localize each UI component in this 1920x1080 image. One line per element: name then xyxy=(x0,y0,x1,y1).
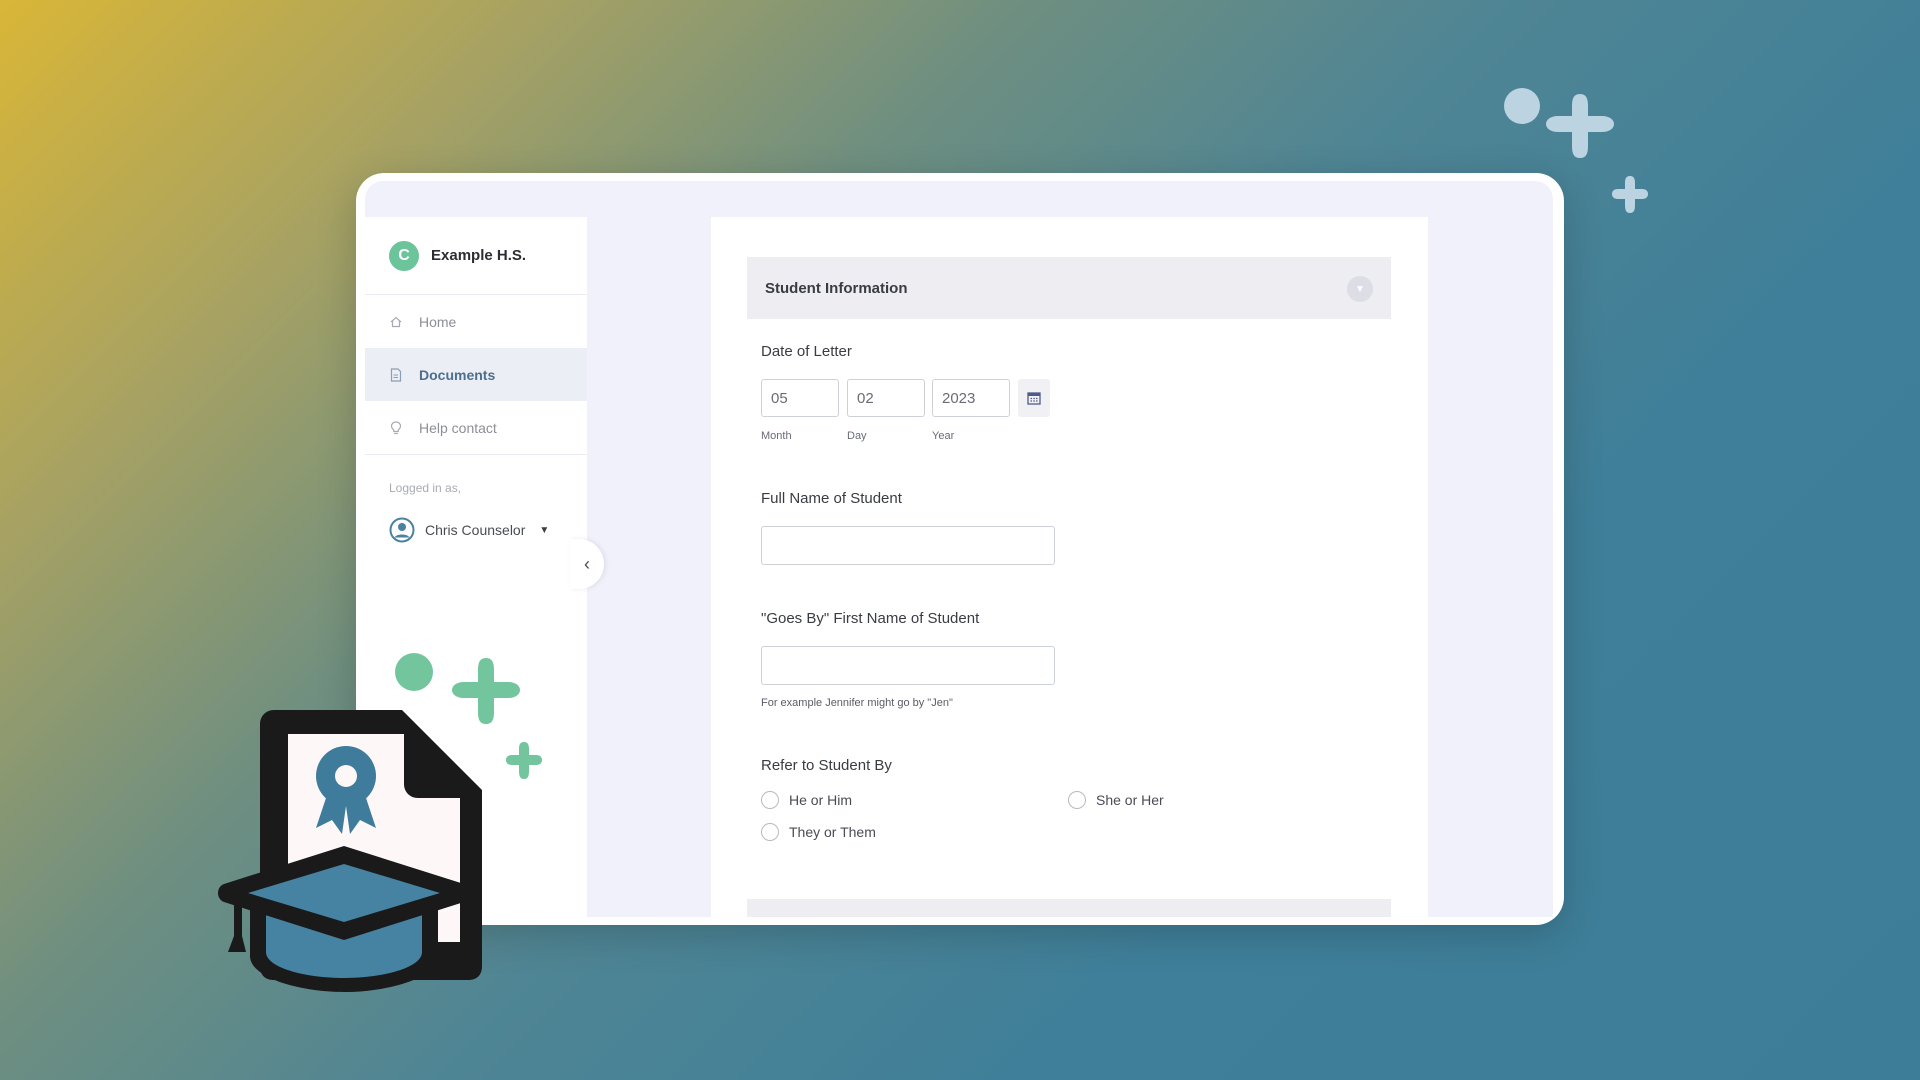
goes-by-hint: For example Jennifer might go by "Jen" xyxy=(761,697,953,709)
goes-by-label: "Goes By" First Name of Student xyxy=(761,610,980,627)
radio-circle[interactable] xyxy=(1068,791,1086,809)
month-input[interactable]: 05 xyxy=(761,379,839,417)
sidebar-item-home[interactable]: Home xyxy=(365,295,587,348)
chevron-left-icon: ‹ xyxy=(584,553,590,574)
calendar-icon xyxy=(1027,392,1041,405)
goes-by-input[interactable] xyxy=(761,646,1055,685)
refer-to-label: Refer to Student By xyxy=(761,757,892,774)
section-header-student-information[interactable]: Student Information ▼ xyxy=(747,257,1391,319)
sidebar-item-label: Home xyxy=(419,313,457,330)
collapse-sidebar-button[interactable]: ‹ xyxy=(570,539,604,589)
chevron-down-icon[interactable]: ▼ xyxy=(1347,276,1373,302)
radio-he-or-him[interactable]: He or Him xyxy=(761,791,852,809)
logged-in-label: Logged in as, xyxy=(389,481,462,495)
radio-she-or-her[interactable]: She or Her xyxy=(1068,791,1164,809)
date-of-letter-label: Date of Letter xyxy=(761,343,852,360)
sidebar-item-documents[interactable]: Documents xyxy=(365,348,587,401)
month-sublabel: Month xyxy=(761,430,792,442)
next-section-header[interactable] xyxy=(747,899,1391,917)
diploma-graduation-icon xyxy=(218,710,482,992)
brand: C Example H.S. xyxy=(365,217,587,295)
home-icon xyxy=(389,315,403,329)
app-frame: C Example H.S. Home Documents Help conta… xyxy=(365,181,1553,917)
user-menu[interactable]: Chris Counselor ▼ xyxy=(389,517,587,543)
radio-circle[interactable] xyxy=(761,823,779,841)
brand-name: Example H.S. xyxy=(431,247,527,264)
sidebar-item-help-contact[interactable]: Help contact xyxy=(365,401,587,454)
radio-circle[interactable] xyxy=(761,791,779,809)
document-icon xyxy=(389,367,403,382)
sidebar-item-label: Help contact xyxy=(419,419,497,436)
app-window: C Example H.S. Home Documents Help conta… xyxy=(356,173,1564,925)
caret-down-icon: ▼ xyxy=(539,524,550,536)
form-card: Student Information ▼ Date of Letter 05 … xyxy=(711,217,1428,917)
radio-they-or-them[interactable]: They or Them xyxy=(761,823,876,841)
radio-label: He or Him xyxy=(789,792,853,808)
radio-label: She or Her xyxy=(1096,792,1164,808)
user-avatar-icon xyxy=(389,517,415,543)
lightbulb-icon xyxy=(389,420,403,435)
year-sublabel: Year xyxy=(932,430,955,442)
sidebar-item-label: Documents xyxy=(419,366,496,383)
day-input[interactable]: 02 xyxy=(847,379,925,417)
day-sublabel: Day xyxy=(847,430,867,442)
calendar-button[interactable] xyxy=(1018,379,1050,417)
radio-label: They or Them xyxy=(789,824,876,840)
full-name-label: Full Name of Student xyxy=(761,490,902,507)
brand-avatar: C xyxy=(389,240,419,271)
year-input[interactable]: 2023 xyxy=(932,379,1010,417)
divider xyxy=(365,454,587,455)
section-title: Student Information xyxy=(765,279,908,297)
user-name: Chris Counselor xyxy=(425,522,526,538)
full-name-input[interactable] xyxy=(761,526,1055,565)
